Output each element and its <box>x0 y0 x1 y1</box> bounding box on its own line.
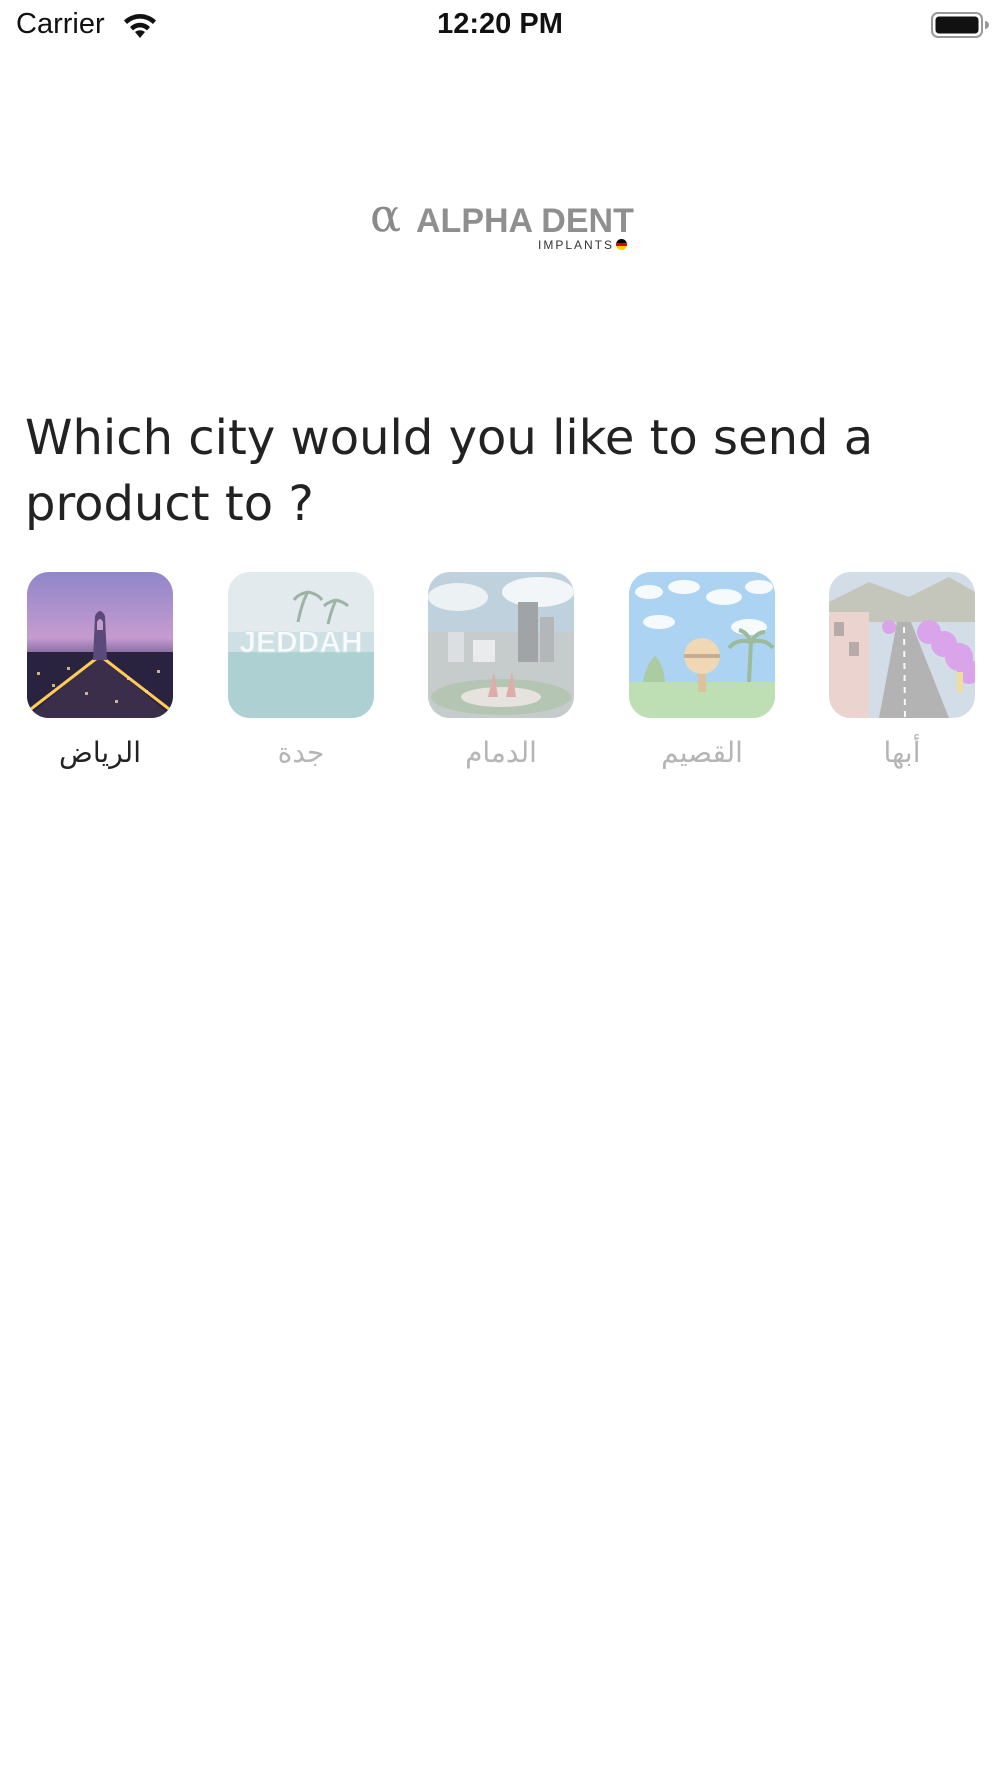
city-item-dammam[interactable]: الدمام <box>428 572 574 769</box>
city-image-qassim <box>629 572 775 718</box>
city-list: الرياض JEDDAH جدة الدمام القصيم أبها <box>0 572 1000 772</box>
city-image-riyadh <box>27 572 173 718</box>
city-item-riyadh[interactable]: الرياض <box>27 572 173 769</box>
battery-icon <box>931 12 989 38</box>
status-bar: Carrier 12:20 PM <box>0 0 1000 50</box>
clock: 12:20 PM <box>437 8 563 40</box>
city-label: أبها <box>883 736 921 769</box>
page-title: Which city would you like to send a prod… <box>25 410 874 532</box>
german-flag-icon <box>616 239 627 250</box>
city-label: جدة <box>277 736 325 769</box>
brand-logo: α ALPHA DENT IMPLANTS <box>370 188 636 258</box>
city-label: الرياض <box>59 736 141 769</box>
city-label: الدمام <box>465 736 537 769</box>
city-label: القصيم <box>661 736 743 769</box>
logo-name: ALPHA DENT <box>416 202 634 240</box>
city-image-jeddah: JEDDAH <box>228 572 374 718</box>
logo-subtitle: IMPLANTS <box>538 238 615 252</box>
city-image-abha <box>829 572 975 718</box>
logo-alpha-symbol: α <box>370 188 402 242</box>
city-item-abha[interactable]: أبها <box>829 572 975 769</box>
city-item-qassim[interactable]: القصيم <box>629 572 775 769</box>
city-item-jeddah[interactable]: JEDDAH جدة <box>228 572 374 769</box>
city-image-dammam <box>428 572 574 718</box>
jeddah-sign-text: JEDDAH <box>239 626 362 659</box>
